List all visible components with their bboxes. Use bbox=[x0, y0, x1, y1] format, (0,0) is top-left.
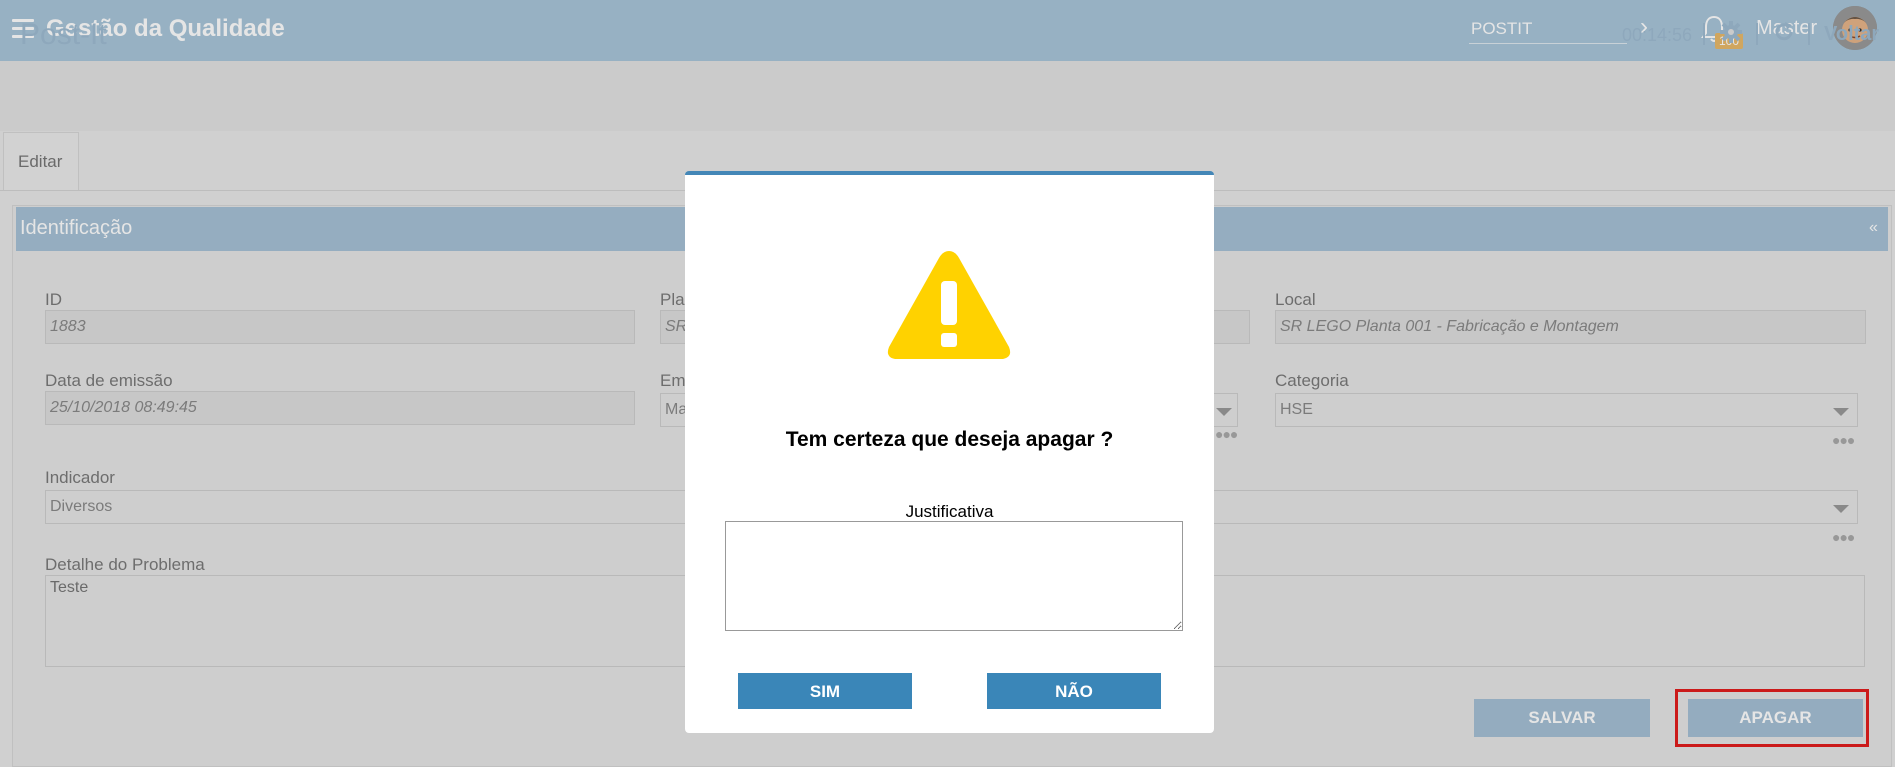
dialog-question: Tem certeza que deseja apagar ? bbox=[785, 428, 1114, 451]
warning-icon bbox=[887, 251, 1011, 359]
confirm-delete-dialog: Tem certeza que deseja apagar ? Justific… bbox=[685, 171, 1214, 733]
justification-textarea[interactable] bbox=[725, 521, 1183, 631]
confirm-yes-button[interactable]: SIM bbox=[738, 673, 912, 709]
confirm-no-button[interactable]: NÃO bbox=[987, 673, 1161, 709]
justification-label: Justificativa bbox=[905, 502, 994, 521]
